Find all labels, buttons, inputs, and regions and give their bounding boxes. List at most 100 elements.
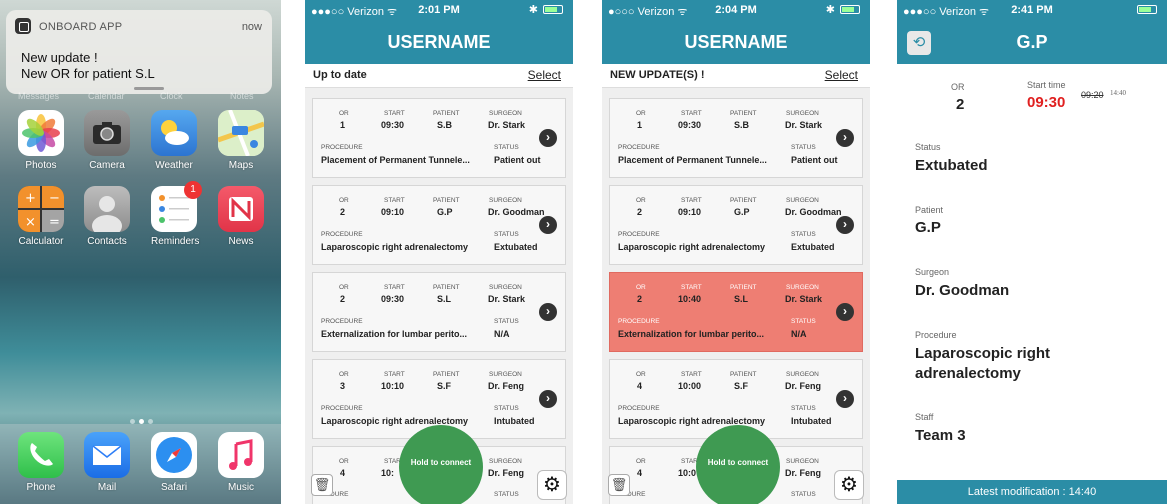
surgeon-header: SURGEON bbox=[786, 284, 819, 291]
patient-header: PATIENT bbox=[433, 197, 460, 204]
procedure-value: Laparoscopic right bbox=[915, 345, 1051, 362]
battery-icon bbox=[543, 5, 563, 14]
chevron-right-icon[interactable]: › bbox=[836, 303, 854, 321]
app-label: Music bbox=[227, 482, 255, 493]
trash-icon[interactable]: 🗑 bbox=[311, 474, 333, 496]
surgeon-value: Dr. Goodman bbox=[488, 207, 545, 217]
nav-title: USERNAME bbox=[602, 20, 870, 64]
app-label: Reminders bbox=[151, 236, 200, 247]
app-photos[interactable]: Photos bbox=[18, 110, 64, 171]
app-contacts[interactable]: Contacts bbox=[84, 186, 130, 247]
patient-value: S.L bbox=[437, 294, 452, 304]
status-bar: ●●●○○ Verizon ᯤ 2:41 PM bbox=[897, 0, 1167, 20]
chevron-right-icon[interactable]: › bbox=[836, 216, 854, 234]
home-screen: ONBOARD APP now New update ! New OR for … bbox=[0, 0, 281, 504]
patient-header: PATIENT bbox=[433, 371, 460, 378]
select-button[interactable]: Select bbox=[528, 68, 561, 82]
chevron-right-icon[interactable]: › bbox=[836, 390, 854, 408]
app-news[interactable]: News bbox=[218, 186, 264, 247]
surgeon-header: SURGEON bbox=[786, 110, 819, 117]
app-label: Safari bbox=[160, 482, 188, 493]
or-card[interactable]: OR START PATIENT SURGEON 2 10:40 S.L Dr. Stark P… bbox=[609, 272, 863, 352]
widget-label: Messages bbox=[18, 91, 60, 101]
or-card[interactable]: OR START PATIENT SURGEON 2 09:10 G.P Dr. Goodma… bbox=[609, 185, 863, 265]
status-header: STATUS bbox=[791, 144, 816, 151]
dock: Phone Mail Safari Music bbox=[0, 424, 281, 504]
patient-value: G.P bbox=[437, 207, 453, 217]
status-value: Intubated bbox=[791, 416, 832, 426]
procedure-header: PROCEDURE bbox=[618, 318, 660, 325]
notification-time: now bbox=[241, 21, 262, 33]
chevron-right-icon[interactable]: › bbox=[539, 303, 557, 321]
patient-header: PATIENT bbox=[730, 284, 757, 291]
status-value: N/A bbox=[791, 329, 807, 339]
app-safari[interactable]: Safari bbox=[151, 432, 197, 493]
or-card[interactable]: OR START PATIENT SURGEON 1 09:30 S.B Dr. Stark P… bbox=[609, 98, 863, 178]
svg-text:−: − bbox=[49, 191, 60, 206]
app-phone[interactable]: Phone bbox=[18, 432, 64, 493]
start-header: START bbox=[681, 371, 702, 378]
staff-label: Staff bbox=[915, 412, 934, 422]
surgeon-value: Dr. Feng bbox=[488, 381, 525, 391]
status-header: STATUS bbox=[494, 405, 519, 412]
or-card[interactable]: OR START PATIENT SURGEON 2 09:30 S.L Dr. Stark P… bbox=[312, 272, 566, 352]
gear-icon[interactable]: ⚙ bbox=[834, 470, 864, 500]
app-music[interactable]: Music bbox=[218, 432, 264, 493]
status-bar: ●○○○ Verizon ᯤ 2:04 PM ✱ bbox=[602, 0, 870, 20]
start-header: START bbox=[384, 197, 405, 204]
start-time-label: Start time bbox=[1027, 80, 1066, 90]
patient-label: Patient bbox=[915, 205, 944, 215]
procedure-header: PROCEDURE bbox=[321, 405, 363, 412]
reminders-icon: 1 bbox=[151, 181, 202, 232]
surgeon-value: Dr. Stark bbox=[785, 294, 823, 304]
app-weather[interactable]: Weather bbox=[151, 110, 197, 171]
chevron-right-icon[interactable]: › bbox=[539, 390, 557, 408]
app-mail[interactable]: Mail bbox=[84, 432, 130, 493]
or-card[interactable]: OR START PATIENT SURGEON 2 09:10 G.P Dr. Goodma… bbox=[312, 185, 566, 265]
hold-to-connect-button[interactable]: Hold to connect bbox=[399, 425, 483, 504]
procedure-value: Placement of Permanent Tunnele... bbox=[618, 155, 767, 165]
bluetooth-icon: ✱ bbox=[528, 4, 538, 16]
latest-modification: Latest modification : 14:40 bbox=[897, 480, 1167, 504]
back-icon[interactable]: ⟲ bbox=[907, 31, 931, 55]
or-header: OR bbox=[339, 371, 349, 378]
start-time-value: 09:30 bbox=[1027, 94, 1066, 111]
chevron-right-icon[interactable]: › bbox=[836, 129, 854, 147]
or-card[interactable]: OR START PATIENT SURGEON 1 09:30 S.B Dr. Stark P… bbox=[312, 98, 566, 178]
surgeon-value: Dr. Feng bbox=[785, 468, 822, 478]
patient-header: PATIENT bbox=[730, 110, 757, 117]
or-header: OR bbox=[339, 284, 349, 291]
surgeon-value: Dr. Stark bbox=[785, 120, 823, 130]
chevron-right-icon[interactable]: › bbox=[539, 216, 557, 234]
safari-icon bbox=[151, 432, 197, 478]
patient-detail-screen: ●●●○○ Verizon ᯤ 2:41 PM G.P ⟲ OR 2 Start… bbox=[897, 0, 1167, 504]
start-header: START bbox=[384, 110, 405, 117]
procedure-value-cont: adrenalectomy bbox=[915, 365, 1021, 382]
start-value: 10: bbox=[381, 468, 395, 478]
app-calculator[interactable]: + − × = Calculator bbox=[18, 186, 64, 247]
app-reminders[interactable]: 1 Reminders bbox=[151, 181, 202, 247]
hold-to-connect-button[interactable]: Hold to connect bbox=[696, 425, 780, 504]
status-value: Extubated bbox=[915, 157, 988, 174]
maps-icon bbox=[217, 109, 265, 157]
status-header: STATUS bbox=[494, 318, 519, 325]
select-button[interactable]: Select bbox=[825, 68, 858, 82]
update-status: Up to date bbox=[313, 69, 367, 81]
trash-icon[interactable]: 🗑 bbox=[608, 474, 630, 496]
or-value: 4 bbox=[340, 468, 346, 478]
status-header: STATUS bbox=[791, 231, 816, 238]
surgeon-header: SURGEON bbox=[489, 371, 522, 378]
app-maps[interactable]: Maps bbox=[217, 109, 265, 171]
surgeon-header: SURGEON bbox=[489, 284, 522, 291]
procedure-value: Externalization for lumbar perito... bbox=[618, 329, 765, 339]
notification-banner[interactable]: ONBOARD APP now New update ! New OR for … bbox=[6, 10, 272, 94]
chevron-right-icon[interactable]: › bbox=[539, 129, 557, 147]
app-label: Phone bbox=[26, 482, 56, 493]
start-value: 09:30 bbox=[381, 120, 405, 130]
app-camera[interactable]: Camera bbox=[84, 110, 130, 171]
status-header: STATUS bbox=[494, 144, 519, 151]
or-value: 2 bbox=[340, 207, 346, 217]
gear-icon[interactable]: ⚙ bbox=[537, 470, 567, 500]
update-status: NEW UPDATE(S) ! bbox=[610, 69, 705, 81]
start-value: 09:10 bbox=[678, 207, 702, 217]
